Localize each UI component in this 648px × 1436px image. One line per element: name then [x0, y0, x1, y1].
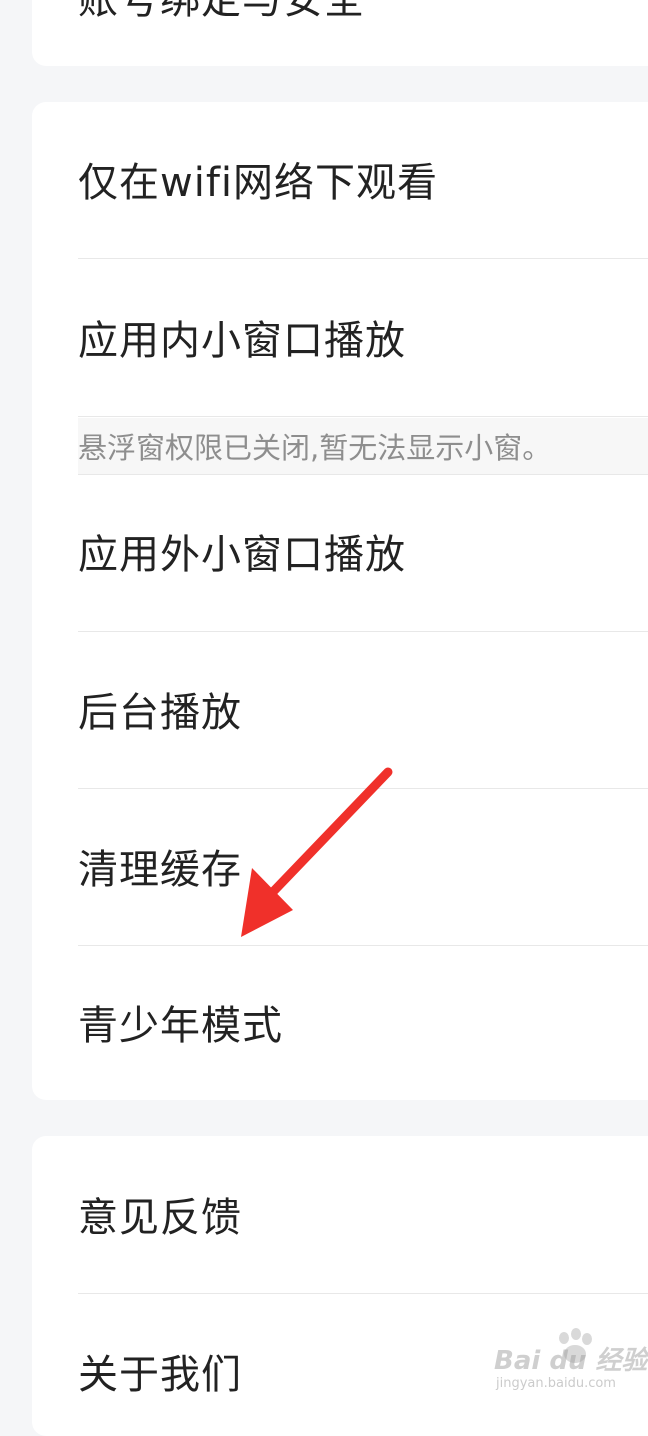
watermark-sub: jingyan.baidu.com [496, 1376, 616, 1391]
baidu-jingyan-watermark: Bai du 经验 jingyan.baidu.com [494, 1328, 648, 1398]
red-arrow-annotation [241, 767, 393, 937]
watermark-main: Bai du 经验 [494, 1346, 648, 1376]
arrow-shaft [265, 767, 393, 900]
